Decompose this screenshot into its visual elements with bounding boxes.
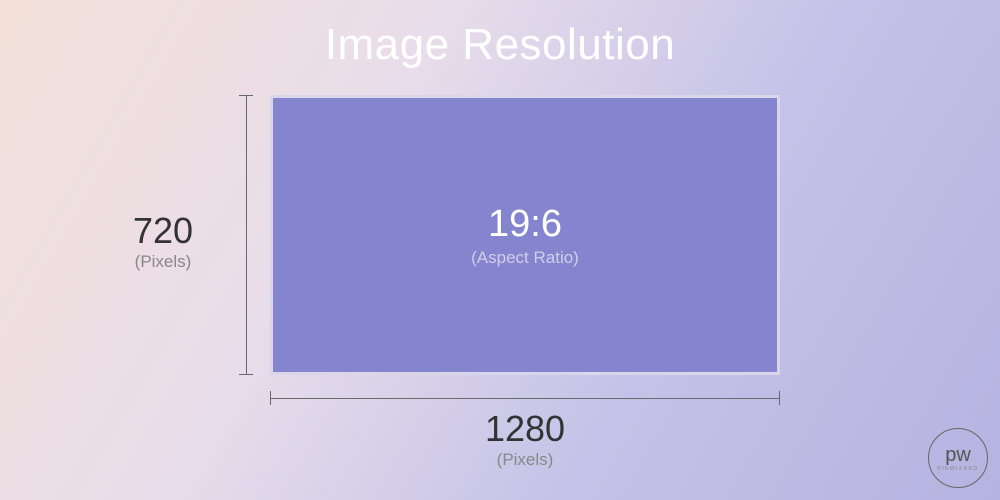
height-dimension-line <box>246 95 247 375</box>
watermark-subtext: PIKWIZARD <box>937 466 978 472</box>
height-value: 720 <box>98 210 228 252</box>
page-title: Image Resolution <box>325 20 675 70</box>
height-unit: (Pixels) <box>98 252 228 272</box>
aspect-ratio-label: (Aspect Ratio) <box>471 248 579 268</box>
resolution-box: 19:6 (Aspect Ratio) <box>270 95 780 375</box>
height-tick-bottom <box>239 374 253 375</box>
height-label: 720 (Pixels) <box>98 210 228 272</box>
watermark-text: pw <box>945 445 971 465</box>
width-unit: (Pixels) <box>270 450 780 470</box>
aspect-ratio-value: 19:6 <box>488 203 562 246</box>
resolution-diagram: 19:6 (Aspect Ratio) <box>270 95 780 375</box>
width-label: 1280 (Pixels) <box>270 408 780 470</box>
height-tick-top <box>239 95 253 96</box>
width-dimension-line <box>270 398 780 399</box>
width-value: 1280 <box>270 408 780 450</box>
width-tick-left <box>270 391 271 405</box>
width-tick-right <box>779 391 780 405</box>
watermark-logo: pw PIKWIZARD <box>928 428 988 488</box>
